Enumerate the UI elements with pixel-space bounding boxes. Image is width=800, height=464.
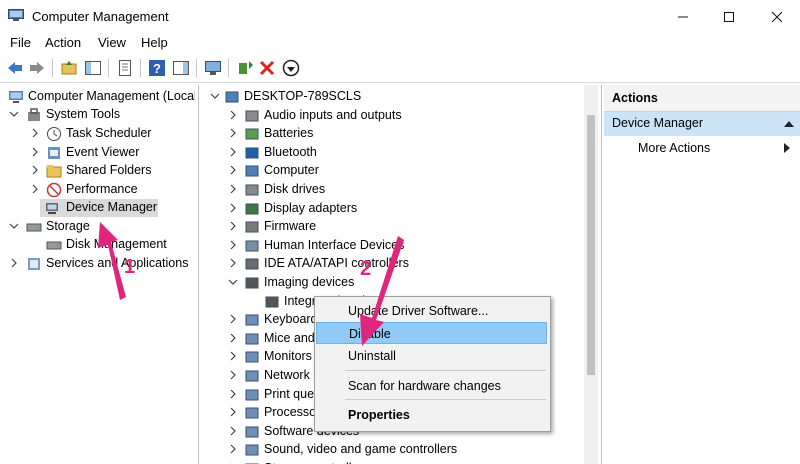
annotation-layer	[98, 222, 404, 346]
annotation-number-2: 2	[360, 258, 372, 280]
arrow-annotation-2	[360, 236, 404, 346]
annotation-number-1: 1	[124, 256, 136, 278]
arrow-annotation-1	[98, 222, 126, 300]
